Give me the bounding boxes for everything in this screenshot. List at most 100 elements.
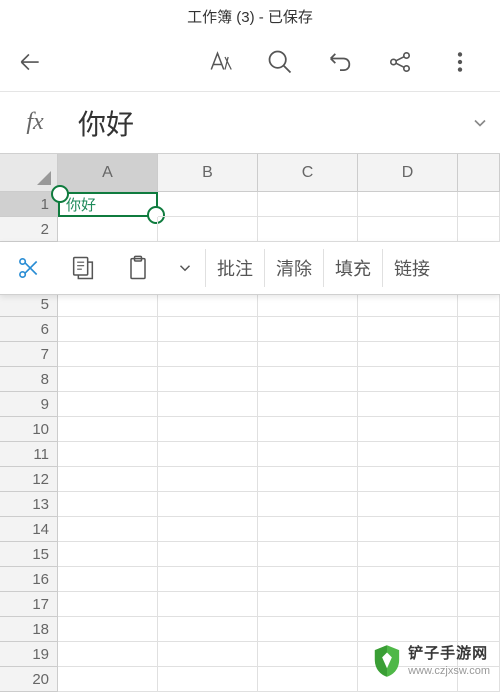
row-header[interactable]: 20 xyxy=(0,667,58,692)
annotate-button[interactable]: 批注 xyxy=(206,255,264,281)
cell[interactable] xyxy=(58,292,158,317)
cell[interactable] xyxy=(458,342,500,367)
cell[interactable] xyxy=(458,317,500,342)
cell[interactable] xyxy=(58,317,158,342)
cell[interactable] xyxy=(458,367,500,392)
cell[interactable] xyxy=(358,567,458,592)
cell[interactable] xyxy=(158,617,258,642)
cell[interactable] xyxy=(258,517,358,542)
cell[interactable] xyxy=(258,442,358,467)
cell[interactable] xyxy=(458,392,500,417)
cell[interactable] xyxy=(158,467,258,492)
cell[interactable] xyxy=(358,617,458,642)
cell[interactable] xyxy=(158,217,258,242)
column-header[interactable]: A xyxy=(58,154,158,191)
cell[interactable] xyxy=(458,417,500,442)
cell[interactable] xyxy=(258,292,358,317)
cell[interactable] xyxy=(458,217,500,242)
cell[interactable] xyxy=(258,192,358,217)
cell[interactable] xyxy=(158,567,258,592)
row-header[interactable]: 7 xyxy=(0,342,58,367)
cell[interactable] xyxy=(58,642,158,667)
cell[interactable] xyxy=(258,392,358,417)
cell[interactable] xyxy=(58,592,158,617)
cell[interactable] xyxy=(58,367,158,392)
cell[interactable] xyxy=(358,342,458,367)
cell[interactable] xyxy=(258,592,358,617)
cell[interactable] xyxy=(358,517,458,542)
cell[interactable] xyxy=(158,667,258,692)
cell[interactable] xyxy=(58,342,158,367)
cell[interactable] xyxy=(158,442,258,467)
paste-button[interactable] xyxy=(110,254,165,282)
cell[interactable] xyxy=(158,342,258,367)
search-button[interactable] xyxy=(250,48,310,76)
cell[interactable] xyxy=(158,292,258,317)
share-button[interactable] xyxy=(370,49,430,75)
row-header[interactable]: 14 xyxy=(0,517,58,542)
row-header[interactable]: 18 xyxy=(0,617,58,642)
row-header[interactable]: 13 xyxy=(0,492,58,517)
cell[interactable] xyxy=(458,567,500,592)
cell[interactable] xyxy=(158,192,258,217)
cell[interactable] xyxy=(358,542,458,567)
font-style-button[interactable] xyxy=(190,47,250,77)
cell[interactable] xyxy=(458,492,500,517)
cell[interactable] xyxy=(58,492,158,517)
cell[interactable] xyxy=(458,467,500,492)
row-header[interactable]: 19 xyxy=(0,642,58,667)
cut-button[interactable] xyxy=(0,255,55,281)
row-header[interactable]: 6 xyxy=(0,317,58,342)
column-header[interactable]: C xyxy=(258,154,358,191)
cell[interactable] xyxy=(358,442,458,467)
cell[interactable] xyxy=(358,217,458,242)
cell[interactable] xyxy=(158,517,258,542)
row-header[interactable]: 1 xyxy=(0,192,58,217)
cell[interactable] xyxy=(358,492,458,517)
cell[interactable] xyxy=(158,367,258,392)
cell[interactable] xyxy=(58,517,158,542)
cell[interactable] xyxy=(458,442,500,467)
cell[interactable] xyxy=(158,317,258,342)
row-header[interactable]: 17 xyxy=(0,592,58,617)
cell[interactable]: 你好 xyxy=(58,192,158,217)
column-header[interactable] xyxy=(458,154,500,191)
cell[interactable] xyxy=(358,467,458,492)
cell[interactable] xyxy=(58,617,158,642)
cell[interactable] xyxy=(58,467,158,492)
cell[interactable] xyxy=(358,367,458,392)
cell[interactable] xyxy=(158,392,258,417)
row-header[interactable]: 10 xyxy=(0,417,58,442)
cell[interactable] xyxy=(158,642,258,667)
row-header[interactable]: 9 xyxy=(0,392,58,417)
row-header[interactable]: 5 xyxy=(0,292,58,317)
more-button[interactable] xyxy=(430,49,490,75)
cell[interactable] xyxy=(358,192,458,217)
row-header[interactable]: 11 xyxy=(0,442,58,467)
link-button[interactable]: 链接 xyxy=(383,255,441,281)
clear-button[interactable]: 清除 xyxy=(265,255,323,281)
cell[interactable] xyxy=(58,667,158,692)
cell[interactable] xyxy=(158,542,258,567)
undo-button[interactable] xyxy=(310,48,370,76)
cell[interactable] xyxy=(258,567,358,592)
cell[interactable] xyxy=(358,592,458,617)
select-all-corner[interactable] xyxy=(0,154,58,191)
paste-options-button[interactable] xyxy=(165,259,205,277)
cell[interactable] xyxy=(258,667,358,692)
spreadsheet-grid[interactable]: 1你好234567891011121314151617181920 批注 清除 … xyxy=(0,192,500,692)
cell[interactable] xyxy=(58,442,158,467)
copy-button[interactable] xyxy=(55,254,110,282)
expand-formula-button[interactable] xyxy=(460,113,500,133)
cell[interactable] xyxy=(458,192,500,217)
row-header[interactable]: 2 xyxy=(0,217,58,242)
cell[interactable] xyxy=(258,642,358,667)
column-header[interactable]: D xyxy=(358,154,458,191)
row-header[interactable]: 12 xyxy=(0,467,58,492)
cell[interactable] xyxy=(458,592,500,617)
fx-label[interactable]: fx xyxy=(0,109,70,136)
cell[interactable] xyxy=(258,617,358,642)
cell[interactable] xyxy=(358,417,458,442)
cell[interactable] xyxy=(458,292,500,317)
back-button[interactable] xyxy=(10,49,50,75)
